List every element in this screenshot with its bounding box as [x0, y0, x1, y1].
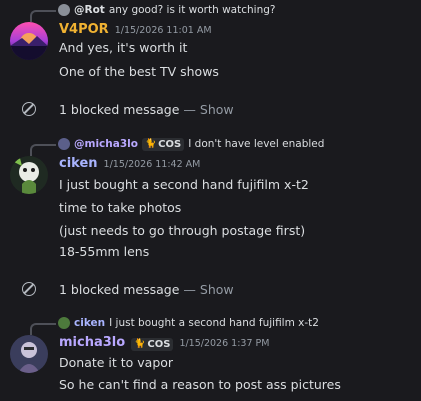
message-line: Donate it to vapor: [59, 355, 174, 370]
reply-author[interactable]: @micha3lo: [74, 138, 138, 150]
timestamp: 1/15/2026 1:37 PM: [179, 338, 270, 349]
avatar[interactable]: [10, 156, 48, 194]
timestamp: 1/15/2026 11:42 AM: [103, 159, 201, 170]
message-line: I just bought a second hand fujifilm x-t…: [59, 177, 309, 192]
reply-text: I just bought a second hand fujifilm x-t…: [109, 317, 319, 329]
avatar[interactable]: [10, 335, 48, 373]
show-blocked-button[interactable]: Show: [200, 102, 234, 117]
message-line: So he can't find a reason to post ass pi…: [59, 377, 341, 392]
message-line: time to take photos: [59, 200, 182, 215]
blocked-circle-icon: [22, 102, 36, 116]
message-line: 18-55mm lens: [59, 244, 150, 259]
username[interactable]: ciken: [59, 156, 98, 171]
username[interactable]: V4POR: [59, 22, 109, 37]
message-header: micha3lo 🐈 COS 1/15/2026 1:37 PM: [59, 335, 269, 353]
reply-spine: [30, 10, 56, 22]
reply-preview[interactable]: @Rot any good? is it worth watching?: [58, 2, 275, 18]
cat-icon: 🐈: [144, 139, 157, 149]
guild-tag: 🐈 COS: [141, 137, 185, 151]
message-line: (just needs to go through postage first): [59, 223, 306, 238]
message-line: One of the best TV shows: [59, 64, 219, 79]
reply-spine: [30, 144, 56, 156]
blocked-message-text: 1 blocked message — Show: [59, 281, 234, 297]
reply-avatar: [58, 4, 70, 16]
timestamp: 1/15/2026 11:01 AM: [114, 25, 212, 36]
blocked-message-text: 1 blocked message — Show: [59, 101, 234, 117]
reply-preview[interactable]: ciken I just bought a second hand fujifi…: [58, 315, 319, 331]
guild-tag: 🐈 COS: [131, 337, 174, 351]
blocked-message-row: 1 blocked message — Show: [0, 278, 421, 300]
reply-avatar: [58, 317, 70, 329]
reply-avatar: [58, 138, 70, 150]
username[interactable]: micha3lo: [59, 335, 125, 350]
chat-message-list: @Rot any good? is it worth watching? V4P…: [0, 0, 421, 401]
avatar[interactable]: [10, 22, 48, 60]
reply-preview[interactable]: @micha3lo 🐈 COS I don't have level enable…: [58, 136, 324, 152]
show-blocked-button[interactable]: Show: [200, 282, 234, 297]
blocked-message-row: 1 blocked message — Show: [0, 98, 421, 120]
message-line: And yes, it's worth it: [59, 40, 188, 55]
reply-text: I don't have level enabled: [188, 138, 325, 150]
reply-author[interactable]: ciken: [74, 317, 105, 329]
reply-author[interactable]: @Rot: [74, 4, 105, 16]
reply-text: any good? is it worth watching?: [108, 4, 276, 16]
blocked-circle-icon: [22, 282, 36, 296]
message-header: ciken 1/15/2026 11:42 AM: [59, 156, 200, 174]
reply-spine: [30, 323, 56, 335]
cat-icon: 🐈: [134, 339, 146, 349]
